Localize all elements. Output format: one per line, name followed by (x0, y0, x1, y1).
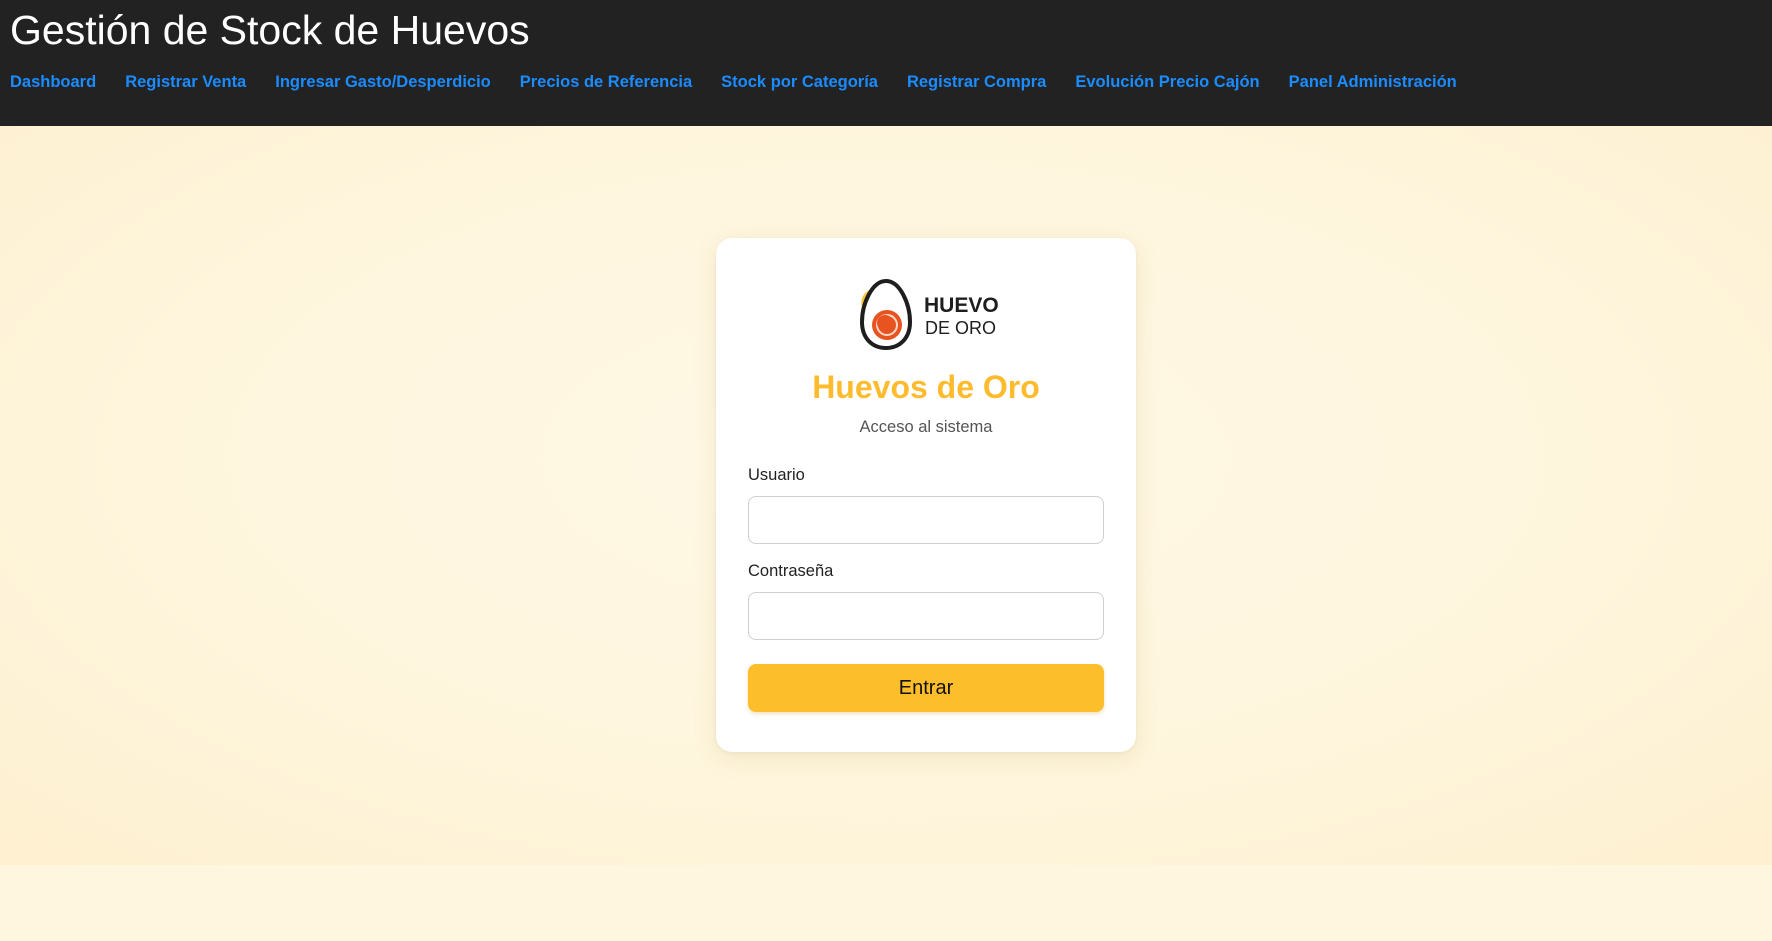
nav-link-ingresar-gasto[interactable]: Ingresar Gasto/Desperdicio (275, 72, 491, 92)
username-input[interactable] (748, 496, 1104, 544)
password-input[interactable] (748, 592, 1104, 640)
page-bottom-band (0, 865, 1772, 941)
nav-link-panel-admin[interactable]: Panel Administración (1289, 72, 1457, 92)
top-header: Gestión de Stock de Huevos Dashboard Reg… (0, 0, 1772, 126)
login-subtitle: Acceso al sistema (859, 418, 993, 436)
logo-text-line2: DE ORO (925, 318, 996, 338)
nav-link-registrar-compra[interactable]: Registrar Compra (907, 72, 1046, 92)
nav-link-precios-referencia[interactable]: Precios de Referencia (520, 72, 692, 92)
password-label: Contraseña (748, 562, 834, 580)
username-label: Usuario (748, 466, 805, 484)
login-submit-button[interactable]: Entrar (748, 664, 1104, 712)
nav-link-evolucion-precio[interactable]: Evolución Precio Cajón (1075, 72, 1259, 92)
logo-text-line1: HUEVO (924, 294, 999, 317)
egg-logo-icon: HUEVO DE ORO (859, 278, 999, 350)
main-nav: Dashboard Registrar Venta Ingresar Gasto… (10, 72, 1486, 92)
nav-link-stock-categoria[interactable]: Stock por Categoría (721, 72, 878, 92)
app-title: Gestión de Stock de Huevos (10, 7, 530, 53)
brand-title: Huevos de Oro (812, 369, 1040, 405)
nav-link-registrar-venta[interactable]: Registrar Venta (125, 72, 246, 92)
login-card: HUEVO DE ORO Huevos de Oro Acceso al sis… (716, 238, 1136, 752)
nav-link-dashboard[interactable]: Dashboard (10, 72, 96, 92)
